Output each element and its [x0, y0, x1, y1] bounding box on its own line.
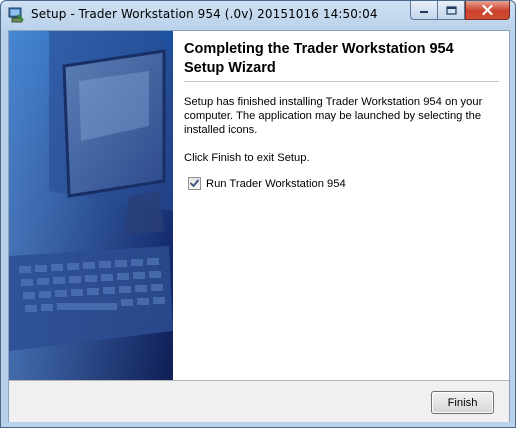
wizard-sidebar-image	[9, 31, 173, 380]
minimize-button[interactable]	[410, 1, 437, 20]
title-bar[interactable]: Setup - Trader Workstation 954 (.0v) 201…	[1, 1, 515, 29]
checkmark-icon	[190, 179, 199, 187]
wizard-content: Completing the Trader Workstation 954 Se…	[173, 31, 509, 380]
exit-instruction: Click Finish to exit Setup.	[184, 152, 310, 164]
computer-monitor-keyboard-graphic	[9, 31, 173, 380]
setup-app-icon	[8, 6, 26, 24]
maximize-button[interactable]	[437, 1, 465, 20]
minimize-icon	[420, 11, 428, 13]
maximize-icon	[445, 5, 457, 15]
wizard-client-area: Completing the Trader Workstation 954 Se…	[8, 30, 510, 422]
setup-window: Setup - Trader Workstation 954 (.0v) 201…	[0, 0, 516, 428]
close-icon	[482, 5, 493, 15]
heading-divider	[184, 81, 499, 82]
close-button[interactable]	[465, 1, 510, 20]
run-app-option[interactable]: Run Trader Workstation 954	[188, 177, 346, 190]
run-app-checkbox[interactable]	[188, 177, 201, 190]
completion-message: Setup has finished installing Trader Wor…	[184, 96, 483, 136]
wizard-heading: Completing the Trader Workstation 954 Se…	[184, 41, 454, 76]
window-title: Setup - Trader Workstation 954 (.0v) 201…	[31, 7, 378, 21]
caption-buttons	[410, 1, 510, 21]
run-app-label[interactable]: Run Trader Workstation 954	[206, 178, 346, 190]
wizard-footer: Finish	[9, 380, 509, 422]
finish-button[interactable]: Finish	[431, 391, 494, 414]
